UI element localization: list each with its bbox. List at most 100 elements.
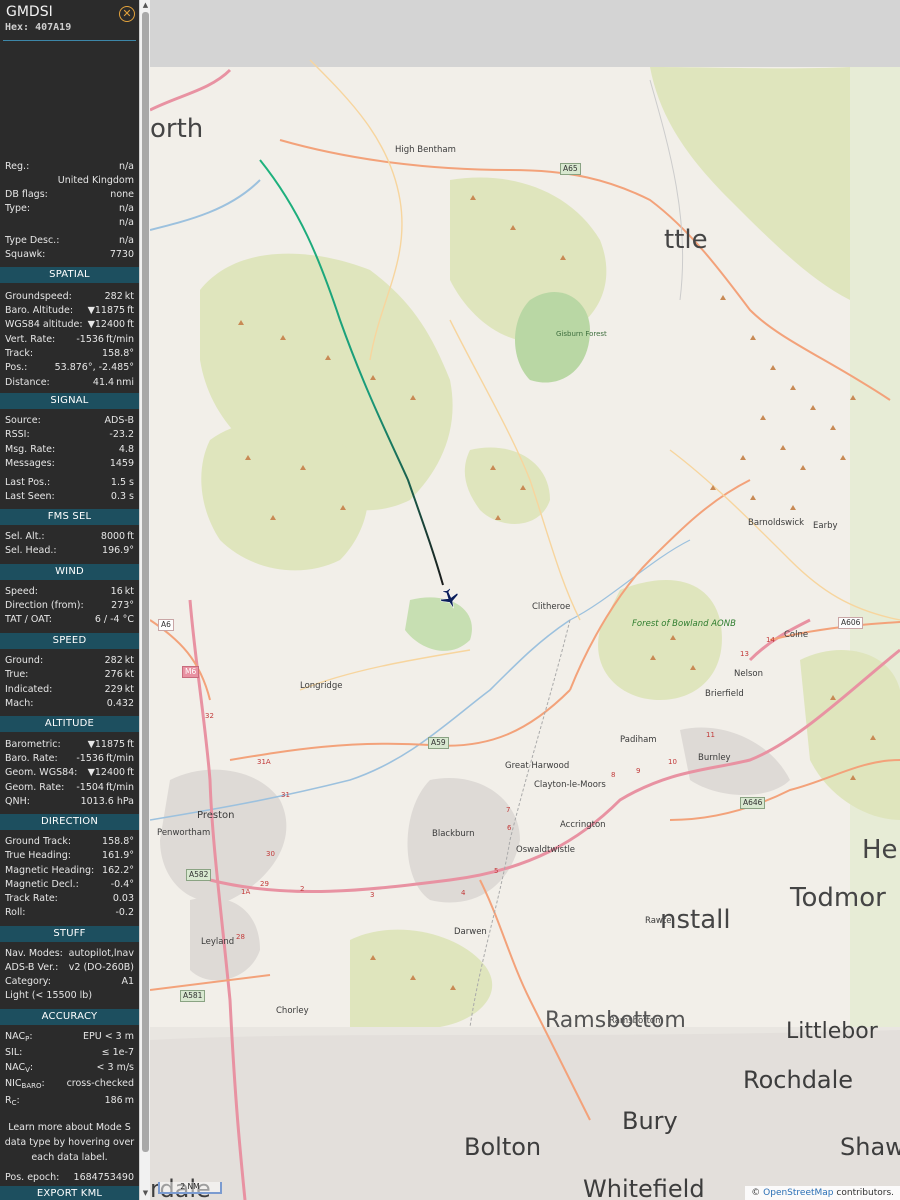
speed-value-number: 229 — [104, 684, 123, 695]
place-label-large: Bolton — [464, 1133, 542, 1161]
section-header-accuracy: ACCURACY — [0, 1009, 139, 1025]
speed-value: 0.432 — [107, 697, 134, 711]
junction-number: 30 — [266, 850, 275, 858]
place-label: Longridge — [300, 681, 343, 691]
fms-row: Sel. Alt.: 8000 ft — [5, 530, 134, 544]
rc-row: RC: 186 m — [5, 1094, 134, 1108]
export-kml-button[interactable]: EXPORT KML — [0, 1186, 139, 1200]
direction-value: 0.03 — [113, 892, 134, 906]
junction-number: 29 — [260, 880, 269, 888]
nacp-value: EPU < 3 m — [82, 1031, 134, 1042]
nic-label-sub: BARO — [21, 1082, 42, 1090]
attribution-suffix: contributors. — [836, 1188, 894, 1198]
signal-value-number: 0.3 s — [110, 491, 134, 502]
signal-value: 1.5 s — [111, 476, 134, 490]
category-label: Category: — [5, 976, 51, 987]
adsb-version-row: ADS-B Ver.: v2 (DO-260B) — [5, 961, 134, 975]
category-desc-row: Light (< 15500 lb) — [5, 989, 134, 1003]
altitude-value-number: 1013.6 hPa — [80, 796, 134, 807]
country-value: United Kingdom — [57, 175, 134, 186]
bowland-area — [598, 580, 722, 700]
nacp-label-text: NAC — [5, 1031, 26, 1042]
spatial-value: 41.4 nmi — [93, 376, 134, 390]
signal-value-number: 1459 — [109, 458, 134, 469]
direction-row: Magnetic Heading: 162.2° — [5, 864, 134, 878]
place-label-large: Rochdale — [743, 1066, 854, 1094]
place-label: Clitheroe — [532, 602, 571, 612]
wind-label: TAT / OAT: — [5, 614, 52, 625]
close-icon[interactable]: ✕ — [119, 6, 135, 22]
place-label: Brierfield — [705, 689, 744, 699]
rc-unit: m — [124, 1095, 134, 1106]
spatial-value: 53.876°, -2.485° — [55, 361, 134, 375]
place-label-large: Whitefield — [583, 1175, 705, 1200]
place-label-large: Shaw — [840, 1133, 900, 1161]
nacp-label-sub: P — [25, 1035, 30, 1043]
place-label: Clayton-le-Moors — [534, 780, 606, 790]
direction-label: True Heading: — [5, 850, 71, 861]
road-shield: A6 — [158, 619, 174, 631]
speed-value-number: 282 — [104, 655, 123, 666]
sidebar-scrollbar[interactable]: ▲ ▼ — [139, 0, 150, 1200]
spatial-value-number: ▼11875 — [87, 305, 126, 316]
place-label: Earby — [813, 521, 838, 531]
rc-label-sub: C — [11, 1099, 17, 1107]
spatial-row: Pos.: 53.876°, -2.485° — [5, 361, 134, 375]
spatial-row: Track: 158.8° — [5, 347, 134, 361]
scroll-down-icon[interactable]: ▼ — [141, 1189, 150, 1198]
fms-value: 8000 ft — [101, 530, 134, 544]
wind-value: 273° — [111, 599, 134, 613]
road-shield: A606 — [838, 617, 864, 629]
section-header-fms: FMS SEL — [0, 509, 139, 525]
signal-label: Msg. Rate: — [5, 444, 56, 455]
type-row: Type: n/a — [5, 202, 134, 216]
signal-value-number: ADS-B — [104, 415, 134, 426]
map-view[interactable]: High Bentham Gisburn Forest Barnoldswick… — [150, 0, 900, 1200]
altitude-row: Baro. Rate: -1536 ft/min — [5, 752, 134, 766]
country-row: United Kingdom — [5, 174, 134, 188]
scroll-up-icon[interactable]: ▲ — [141, 1, 150, 10]
place-label-large: He — [862, 835, 898, 865]
spatial-value-number: -1536 — [76, 334, 104, 345]
spatial-value: ▼12400 ft — [88, 318, 134, 332]
nacv-label: NACV: — [5, 1062, 34, 1074]
nav-modes-value: autopilot,lnav — [68, 948, 134, 959]
section-header-speed: SPEED — [0, 633, 139, 649]
wind-label: Direction (from): — [5, 600, 84, 611]
junction-number: 11 — [706, 731, 715, 739]
direction-value: -0.2 — [115, 906, 134, 920]
place-label: Gisburn Forest — [556, 330, 607, 338]
speed-row: Indicated: 229 kt — [5, 683, 134, 697]
place-label: Burnley — [698, 753, 731, 763]
junction-number: 31A — [257, 758, 271, 766]
spatial-value-unit: kt — [124, 291, 134, 302]
rc-label-text: R — [5, 1095, 12, 1106]
altitude-value-number: ▼12400 — [87, 767, 126, 778]
signal-label: RSSI: — [5, 429, 30, 440]
place-label: High Bentham — [395, 145, 456, 155]
spatial-label: Pos.: — [5, 362, 28, 373]
openstreetmap-link[interactable]: OpenStreetMap — [763, 1188, 833, 1198]
altitude-value-number: -1504 — [76, 782, 104, 793]
junction-number: 13 — [740, 650, 749, 658]
altitude-value-unit: ft — [127, 767, 134, 778]
type2-row: n/a — [5, 216, 134, 230]
section-header-signal: SIGNAL — [0, 393, 139, 409]
place-label-large: Todmor — [790, 883, 886, 913]
direction-label: Track Rate: — [5, 893, 58, 904]
speed-row: Mach: 0.432 — [5, 697, 134, 711]
altitude-value-number: -1536 — [76, 753, 104, 764]
sil-row: SIL: ≤ 1e-7 — [5, 1046, 134, 1060]
nav-modes-label: Nav. Modes: — [5, 948, 63, 959]
signal-label: Messages: — [5, 458, 55, 469]
place-label: Penwortham — [157, 828, 211, 838]
road-shield: A582 — [186, 869, 212, 881]
altitude-row: Geom. Rate: -1504 ft/min — [5, 781, 134, 795]
place-label: Nelson — [734, 669, 763, 679]
scroll-thumb[interactable] — [142, 12, 149, 1152]
category-row: Category: A1 — [5, 975, 134, 989]
type2-value: n/a — [118, 217, 134, 228]
category-desc: Light (< 15500 lb) — [5, 990, 93, 1001]
category-value: A1 — [121, 976, 134, 987]
altitude-value-unit: ft/min — [105, 753, 134, 764]
